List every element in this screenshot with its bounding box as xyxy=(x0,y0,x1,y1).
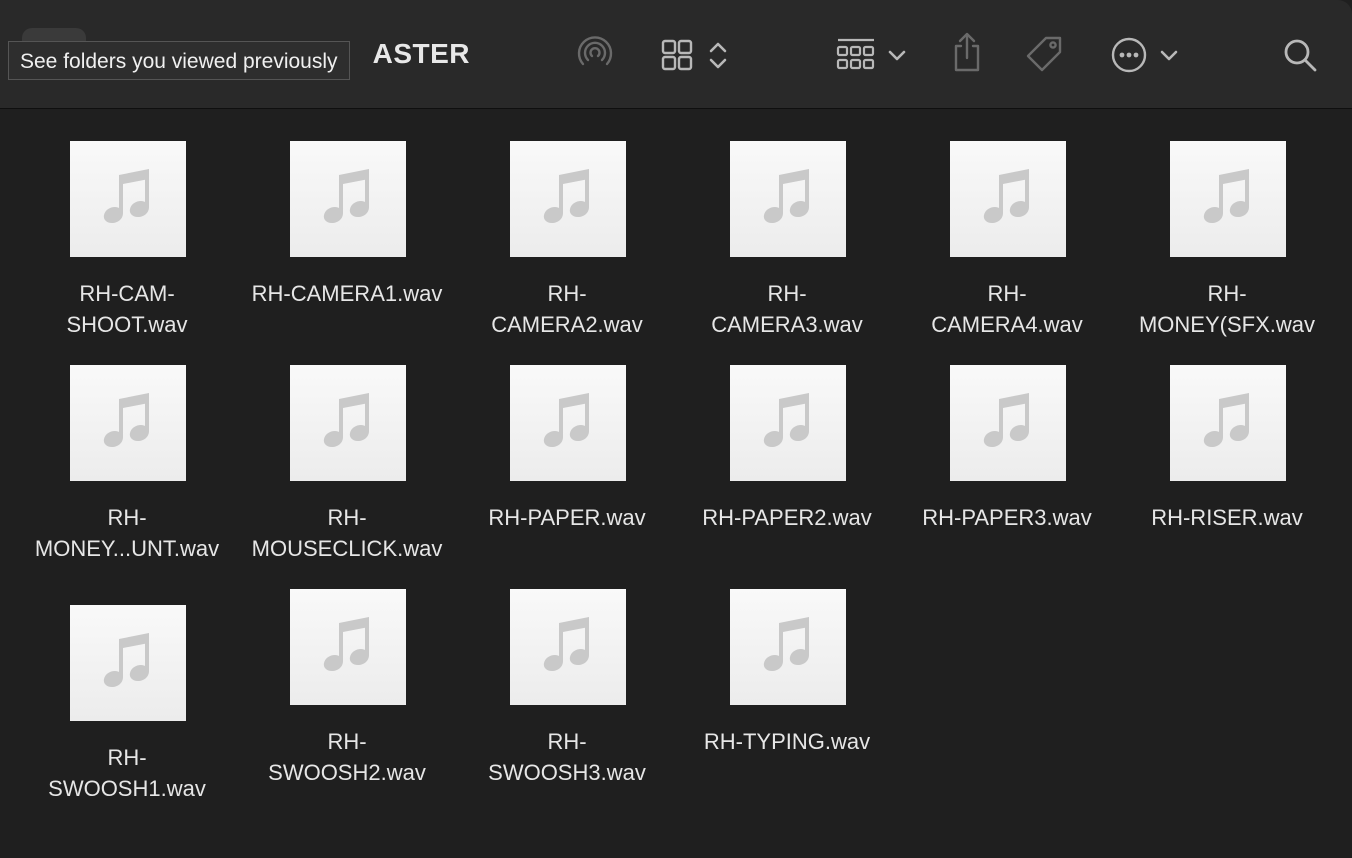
more-icon[interactable] xyxy=(1110,36,1148,74)
music-note-icon xyxy=(980,391,1036,456)
tooltip: See folders you viewed previously xyxy=(8,41,350,80)
audio-file-thumbnail xyxy=(730,141,846,257)
file-name: RH-PAPER2.wav xyxy=(677,502,897,533)
audio-file-thumbnail xyxy=(1170,365,1286,481)
file-name-line-1: RH-PAPER2.wav xyxy=(702,505,872,530)
file-name: RH- MOUSECLICK.wav xyxy=(237,502,457,564)
file-name: RH-CAM- SHOOT.wav xyxy=(17,278,237,340)
file-name: RH-PAPER.wav xyxy=(457,502,677,533)
music-note-icon xyxy=(760,391,816,456)
music-note-icon xyxy=(540,615,596,680)
search-icon[interactable] xyxy=(1282,37,1320,75)
file-name-line-1: RH- xyxy=(327,505,367,530)
audio-file-thumbnail xyxy=(70,141,186,257)
audio-file-thumbnail xyxy=(290,365,406,481)
music-note-icon xyxy=(100,167,156,232)
view-mode-chevron-icon[interactable] xyxy=(706,38,730,74)
music-note-icon xyxy=(760,615,816,680)
music-note-icon xyxy=(540,167,596,232)
file-name-line-2: MONEY...UNT.wav xyxy=(34,536,220,561)
audio-file-thumbnail xyxy=(950,141,1066,257)
audio-file-thumbnail xyxy=(510,141,626,257)
file-name: RH-TYPING.wav xyxy=(677,726,897,757)
file-name: RH- SWOOSH3.wav xyxy=(457,726,677,788)
share-icon[interactable] xyxy=(948,30,986,76)
chevron-down-icon[interactable] xyxy=(1158,46,1180,66)
file-name-line-1: RH-PAPER3.wav xyxy=(922,505,1092,530)
music-note-icon xyxy=(980,167,1036,232)
music-note-icon xyxy=(100,391,156,456)
music-note-icon xyxy=(320,615,376,680)
airdrop-icon[interactable] xyxy=(575,34,615,74)
file-name: RH- MONEY(SFX.wav xyxy=(1117,278,1337,340)
file-name-line-1: RH- xyxy=(107,745,147,770)
group-icon[interactable] xyxy=(834,36,878,74)
file-name: RH- CAMERA3.wav xyxy=(677,278,897,340)
file-name-line-1: RH- xyxy=(767,281,807,306)
file-name-line-1: RH- xyxy=(107,505,147,530)
file-name-line-1: RH-CAMERA1.wav xyxy=(251,281,443,306)
audio-file-thumbnail xyxy=(510,365,626,481)
music-note-icon xyxy=(320,167,376,232)
file-name: RH- SWOOSH2.wav xyxy=(237,726,457,788)
file-name-line-1: RH- xyxy=(1207,281,1247,306)
music-note-icon xyxy=(320,391,376,456)
file-name-line-2: CAMERA3.wav xyxy=(711,312,863,337)
file-name: RH-PAPER3.wav xyxy=(897,502,1117,533)
file-name-line-1: RH- xyxy=(547,729,587,754)
audio-file-thumbnail xyxy=(730,589,846,705)
file-name-line-1: RH- xyxy=(327,729,367,754)
file-name: RH-CAMERA1.wav xyxy=(237,278,457,309)
audio-file-thumbnail xyxy=(290,589,406,705)
file-name: RH- MONEY...UNT.wav xyxy=(17,502,237,564)
audio-file-thumbnail xyxy=(950,365,1066,481)
file-name-line-2: MONEY(SFX.wav xyxy=(1138,312,1316,337)
file-name-line-1: RH-RISER.wav xyxy=(1151,505,1303,530)
music-note-icon xyxy=(100,631,156,696)
audio-file-thumbnail xyxy=(70,365,186,481)
file-name: RH-RISER.wav xyxy=(1117,502,1337,533)
finder-window: ASTER See folders you viewed previously … xyxy=(0,0,1352,858)
chevron-down-icon[interactable] xyxy=(886,46,908,66)
file-name-line-2: SWOOSH1.wav xyxy=(48,776,206,801)
file-name-line-2: SWOOSH3.wav xyxy=(488,760,646,785)
file-name-line-2: CAMERA2.wav xyxy=(491,312,643,337)
tag-icon[interactable] xyxy=(1024,34,1066,76)
music-note-icon xyxy=(1200,167,1256,232)
file-name: RH- SWOOSH1.wav xyxy=(17,742,237,804)
file-name: RH- CAMERA4.wav xyxy=(897,278,1117,340)
file-name-line-1: RH-TYPING.wav xyxy=(703,729,871,754)
audio-file-thumbnail xyxy=(1170,141,1286,257)
file-name-line-2: SHOOT.wav xyxy=(66,312,188,337)
file-name-line-1: RH- xyxy=(987,281,1027,306)
music-note-icon xyxy=(540,391,596,456)
audio-file-thumbnail xyxy=(730,365,846,481)
music-note-icon xyxy=(760,167,816,232)
music-note-icon xyxy=(1200,391,1256,456)
audio-file-thumbnail xyxy=(290,141,406,257)
file-name-line-1: RH-CAM- xyxy=(79,281,175,306)
file-name-line-2: CAMERA4.wav xyxy=(931,312,1083,337)
audio-file-thumbnail xyxy=(510,589,626,705)
audio-file-thumbnail xyxy=(70,605,186,721)
file-name-line-1: RH- xyxy=(547,281,587,306)
file-name: RH- CAMERA2.wav xyxy=(457,278,677,340)
file-name-line-2: MOUSECLICK.wav xyxy=(251,536,443,561)
file-name-line-2: SWOOSH2.wav xyxy=(268,760,426,785)
view-grid-icon[interactable] xyxy=(660,38,696,74)
file-name-line-1: RH-PAPER.wav xyxy=(488,505,646,530)
